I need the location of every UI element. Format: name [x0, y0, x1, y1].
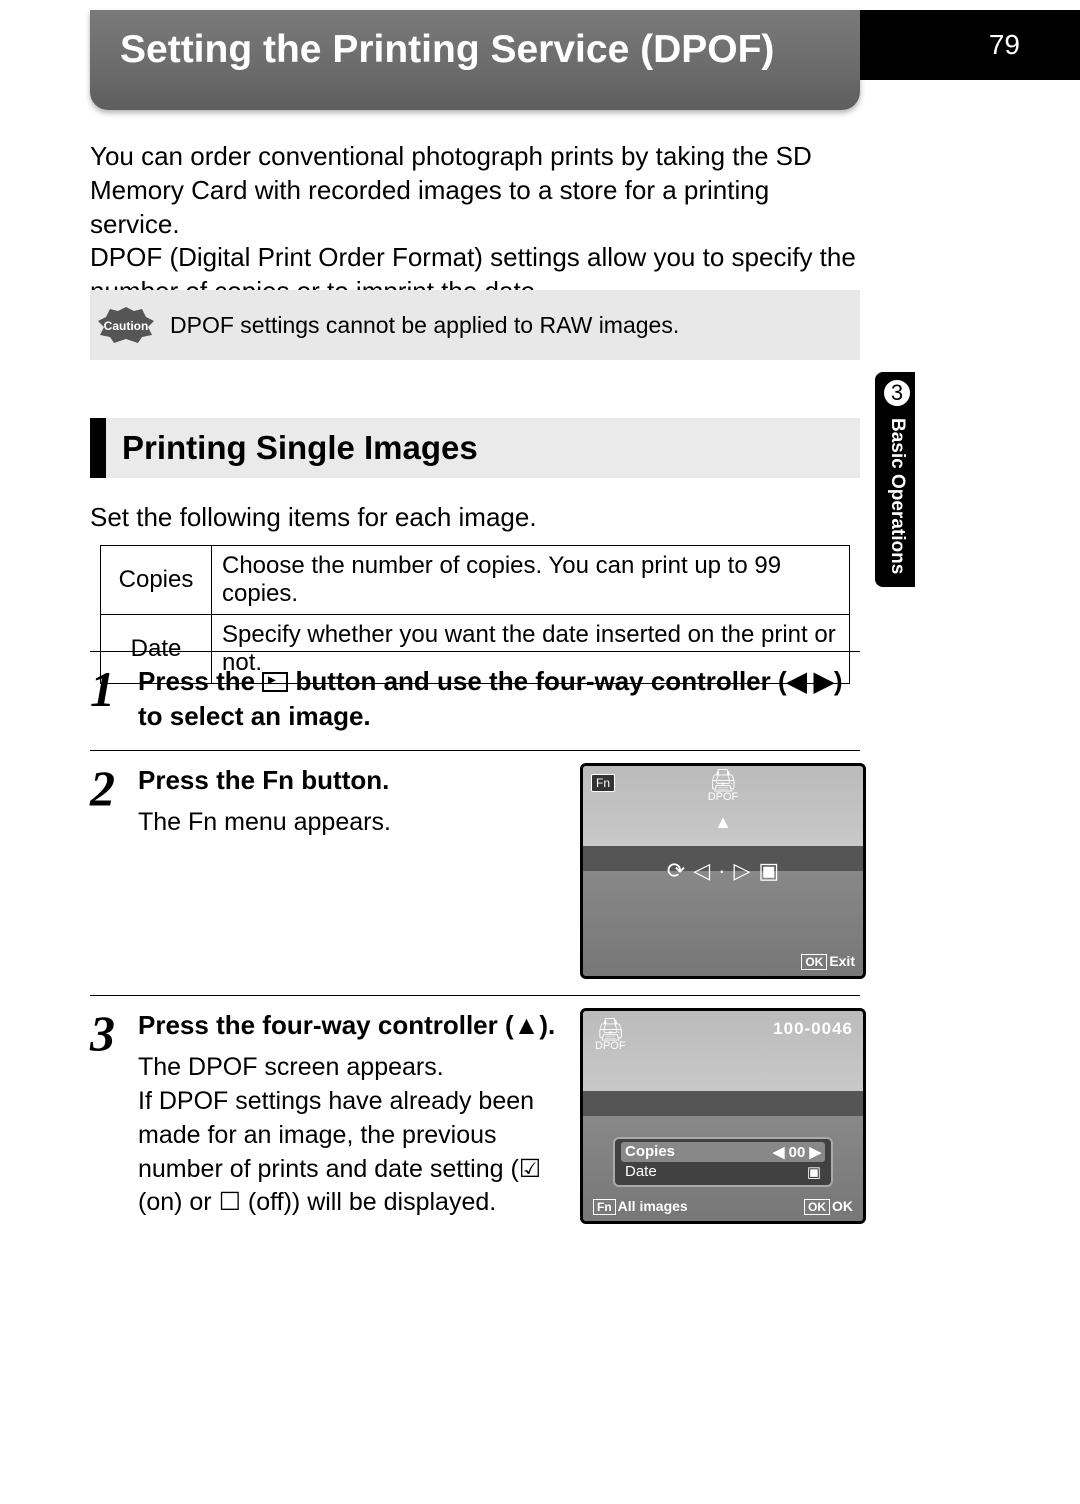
table-row: Copies Choose the number of copies. You …: [101, 546, 850, 615]
arrow-left-icon: ◁: [693, 858, 710, 884]
dpof-icon: 🖨 DPOF: [595, 1019, 626, 1052]
chapter-number: 3: [891, 380, 903, 406]
step-content: Press the button and use the four-way co…: [138, 664, 860, 734]
step-title: Press the four-way controller (▲).: [138, 1008, 568, 1043]
svg-text:Caution: Caution: [104, 319, 149, 333]
all-images-label: All images: [618, 1198, 688, 1214]
step-number: 2: [90, 763, 138, 979]
section-body: Set the following items for each image.: [90, 502, 860, 533]
fn-badge: Fn: [591, 774, 615, 792]
slideshow-icon: ▣: [758, 858, 779, 884]
page-title-banner: Setting the Printing Service (DPOF): [90, 10, 860, 110]
printer-icon: 🖨: [708, 770, 739, 792]
copies-value: ◀ 00 ▶: [773, 1143, 821, 1161]
ok-hint: OKOK: [804, 1198, 853, 1215]
exit-label: Exit: [829, 953, 855, 969]
section-heading-text: Printing Single Images: [122, 429, 478, 467]
bottom-hints: FnAll images OKOK: [593, 1198, 853, 1215]
dpof-screenshot: 🖨 DPOF 100-0046 Copies ◀ 00 ▶ Date ▣: [580, 1008, 866, 1224]
date-label: Date: [625, 1163, 657, 1181]
fn-badge: Fn: [593, 1199, 616, 1215]
sim-background: [583, 1091, 863, 1117]
step-body: The Fn menu appears.: [138, 806, 568, 840]
ok-exit: OKExit: [801, 953, 855, 970]
file-number: 100-0046: [773, 1019, 853, 1039]
arrow-right-icon: ▷: [733, 858, 750, 884]
dpof-icon: 🖨 DPOF: [708, 770, 739, 803]
ok-badge: OK: [801, 954, 827, 970]
playback-icon: [262, 672, 288, 692]
manual-page: 79 Setting the Printing Service (DPOF) Y…: [0, 0, 1080, 1504]
step-content: Press the Fn button. The Fn menu appears…: [138, 763, 866, 979]
ok-action: OK: [832, 1198, 853, 1214]
step-title: Press the Fn button.: [138, 763, 568, 798]
caution-icon: Caution: [96, 305, 156, 345]
dpof-label: DPOF: [595, 1040, 626, 1052]
printer-icon: 🖨: [595, 1019, 626, 1041]
dpad-icons: ⟳ ◁ · ▷ ▣: [667, 858, 779, 884]
arrow-up-icon: ▲: [714, 812, 732, 833]
section-heading: Printing Single Images: [90, 418, 860, 478]
setting-desc: Choose the number of copies. You can pri…: [212, 546, 850, 615]
all-images-hint: FnAll images: [593, 1198, 688, 1215]
dpof-panel: Copies ◀ 00 ▶ Date ▣: [613, 1137, 833, 1187]
step-3: 3 Press the four-way controller (▲). The…: [90, 995, 860, 1224]
date-value-icon: ▣: [807, 1163, 821, 1181]
page-number-bar: 79: [860, 10, 1080, 80]
fn-menu-screenshot: Fn 🖨 DPOF ▲ ⟳ ◁ · ▷ ▣ OKExit: [580, 763, 866, 979]
rotate-icon: ⟳: [667, 858, 685, 884]
steps-list: 1 Press the button and use the four-way …: [90, 635, 860, 1224]
page-number: 79: [989, 29, 1020, 61]
page-title: Setting the Printing Service (DPOF): [120, 28, 774, 72]
step-number: 3: [90, 1008, 138, 1224]
step-title-part: Press the: [138, 666, 262, 696]
step-content: Press the four-way controller (▲). The D…: [138, 1008, 866, 1224]
caution-block: Caution DPOF settings cannot be applied …: [90, 290, 860, 360]
step-title: Press the button and use the four-way co…: [138, 664, 860, 734]
chapter-label: Basic Operations: [886, 418, 908, 574]
setting-name: Copies: [101, 546, 212, 615]
step-1: 1 Press the button and use the four-way …: [90, 651, 860, 734]
intro-text: You can order conventional photograph pr…: [90, 140, 860, 309]
dot-icon: ·: [718, 858, 725, 884]
step-2: 2 Press the Fn button. The Fn menu appea…: [90, 750, 860, 979]
step-text: Press the Fn button. The Fn menu appears…: [138, 763, 568, 979]
copies-row: Copies ◀ 00 ▶: [621, 1142, 825, 1162]
dpof-label: DPOF: [708, 791, 739, 803]
step-text: Press the four-way controller (▲). The D…: [138, 1008, 568, 1224]
date-row: Date ▣: [621, 1162, 825, 1182]
step-number: 1: [90, 664, 138, 734]
ok-badge: OK: [804, 1199, 830, 1215]
copies-label: Copies: [625, 1143, 675, 1161]
step-body: The DPOF screen appears. If DPOF setting…: [138, 1051, 568, 1220]
chapter-number-badge: 3: [882, 378, 912, 408]
caution-text: DPOF settings cannot be applied to RAW i…: [170, 312, 679, 339]
